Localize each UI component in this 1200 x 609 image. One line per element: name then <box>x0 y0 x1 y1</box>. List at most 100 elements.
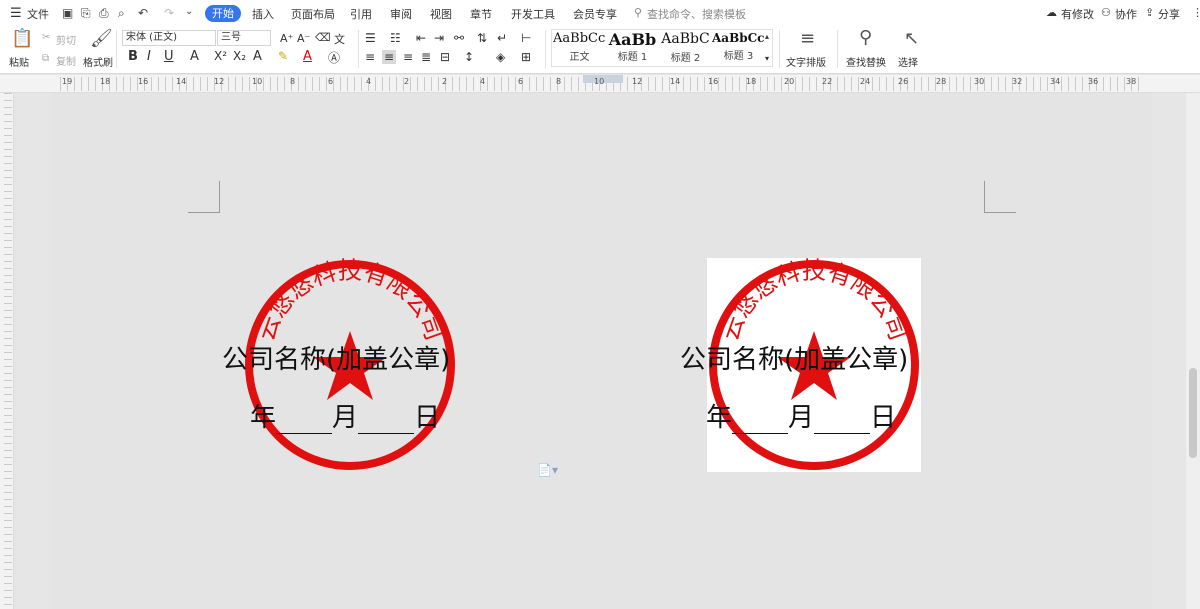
share-button[interactable]: 分享 <box>1158 6 1180 22</box>
indent-icon[interactable]: ⇥ <box>434 31 444 45</box>
ruler-label: 38 <box>1126 77 1137 86</box>
font-shrink-icon[interactable]: A⁻ <box>297 32 310 45</box>
format-painter-icon[interactable]: 🖌 <box>90 28 113 49</box>
distribute-icon[interactable]: ⊟ <box>440 50 450 64</box>
clipboard-icon[interactable]: 📋 <box>11 28 33 49</box>
vertical-scrollbar[interactable] <box>1186 93 1200 609</box>
text-effect-icon[interactable]: A <box>253 49 262 64</box>
tab-member[interactable]: 会员专享 <box>573 6 617 22</box>
file-menu[interactable]: 文件 <box>27 6 49 22</box>
scissors-icon[interactable]: ✂ <box>42 32 50 43</box>
tab-review[interactable]: 审阅 <box>390 6 412 22</box>
superscript-icon[interactable]: X² <box>214 49 227 63</box>
more-icon[interactable]: ⋮ <box>1192 6 1200 19</box>
vertical-ruler-ticks <box>4 93 12 609</box>
select-button[interactable]: 选择 <box>898 54 918 69</box>
format-painter-button[interactable]: 格式刷 <box>83 54 113 69</box>
cursor-icon[interactable]: ↖ <box>904 28 919 49</box>
underline-icon[interactable]: U <box>164 49 174 64</box>
date-blank <box>276 410 333 434</box>
style-heading-3[interactable]: AaBbCcI 标题 3 <box>712 31 765 67</box>
scrollbar-thumb[interactable] <box>1189 368 1197 458</box>
ruler-label: 2 <box>404 77 410 86</box>
highlight-icon[interactable]: ✎ <box>278 49 288 63</box>
command-search-input[interactable]: 查找命令、搜索模板 <box>647 6 746 22</box>
font-name-select[interactable]: 宋体 (正文) <box>122 30 216 46</box>
subscript-icon[interactable]: X₂ <box>233 49 246 63</box>
sort-icon[interactable]: ⇅ <box>477 31 487 45</box>
date-blank <box>814 410 871 434</box>
tab-insert[interactable]: 插入 <box>252 6 274 22</box>
shading-icon[interactable]: ◈ <box>496 50 505 64</box>
find-replace-button[interactable]: 查找替换 <box>846 54 886 69</box>
cut-button[interactable]: 剪切 <box>56 32 76 47</box>
strikethrough-icon[interactable]: A <box>190 49 199 64</box>
tab-developer[interactable]: 开发工具 <box>511 6 555 22</box>
tab-references[interactable]: 引用 <box>350 6 372 22</box>
save-icon[interactable]: ▣ <box>62 6 73 20</box>
search-icon: ⚲ <box>634 6 643 19</box>
style-heading-2[interactable]: AaBbC 标题 2 <box>659 31 712 67</box>
style-gallery: AaBbCcDd 正文 AaBb 标题 1 AaBbC 标题 2 AaBbCcI… <box>551 29 773 67</box>
edit-status[interactable]: 有修改 <box>1061 6 1094 22</box>
char-border-icon[interactable]: Ⓐ <box>328 49 340 66</box>
borders-icon[interactable]: ⊞ <box>521 50 531 64</box>
tab-page-layout[interactable]: 页面布局 <box>291 6 335 22</box>
align-right-icon[interactable]: ≡ <box>403 50 413 64</box>
copy-icon[interactable]: ⧉ <box>42 53 49 64</box>
export-pdf-icon[interactable]: ⎘ <box>81 6 91 21</box>
outdent-icon[interactable]: ⇤ <box>416 31 426 45</box>
paste-options-icon[interactable]: 📄▾ <box>537 463 558 477</box>
copy-button[interactable]: 复制 <box>56 53 76 68</box>
ruler-label: 6 <box>518 77 524 86</box>
font-grow-icon[interactable]: A⁺ <box>280 32 293 45</box>
ruler-label: 12 <box>214 77 225 86</box>
clear-format-icon[interactable]: ⌫ <box>315 31 331 44</box>
horizontal-ruler[interactable]: 19 18 16 14 12 10 8 6 4 2 2 4 6 8 10 12 14 16 18 20 22 24 26 28… <box>0 75 1200 93</box>
chevron-down-icon[interactable]: ▾ <box>765 54 769 63</box>
ruler-label: 8 <box>290 77 296 86</box>
chevron-down-icon[interactable]: ⌄ <box>185 6 193 17</box>
line-spacing-icon[interactable]: ↕ <box>464 50 474 64</box>
hamburger-icon[interactable]: ☰ <box>10 6 22 21</box>
undo-icon[interactable]: ↶ <box>138 6 148 20</box>
text-layout-button[interactable]: 文字排版 <box>786 54 826 69</box>
italic-icon[interactable]: I <box>147 49 151 64</box>
share-icon: ⇪ <box>1145 6 1155 19</box>
font-size-select[interactable]: 三号 <box>217 30 271 46</box>
font-color-icon[interactable]: A <box>303 49 312 64</box>
ruler-label: 12 <box>632 77 643 86</box>
date-month: 月 <box>788 403 815 433</box>
divider <box>779 30 780 68</box>
print-preview-icon[interactable]: ⌕ <box>118 6 125 21</box>
align-left-icon[interactable]: ≡ <box>365 50 375 64</box>
style-normal[interactable]: AaBbCcDd 正文 <box>553 31 606 67</box>
bullet-list-icon[interactable]: ☰ <box>365 31 376 45</box>
phonetic-icon[interactable]: 文 <box>334 31 345 47</box>
tab-home[interactable]: 开始 <box>205 5 241 22</box>
divider <box>358 30 359 68</box>
align-center-icon[interactable]: ≡ <box>382 50 397 64</box>
chevron-up-icon[interactable]: ▴ <box>765 32 769 41</box>
print-icon[interactable]: ⎙ <box>99 6 109 21</box>
ruler-label: 18 <box>100 77 111 86</box>
collaborate-button[interactable]: 协作 <box>1115 6 1137 22</box>
search-icon[interactable]: ⚲ <box>859 27 872 48</box>
margin-corner-mark <box>188 181 220 213</box>
bold-icon[interactable]: B <box>128 49 138 64</box>
paste-button[interactable]: 粘贴 <box>9 54 29 69</box>
vertical-ruler[interactable] <box>0 93 14 609</box>
style-heading-1[interactable]: AaBb 标题 1 <box>606 31 659 67</box>
ruler-label: 16 <box>708 77 719 86</box>
redo-icon[interactable]: ↷ <box>164 6 174 20</box>
ruler-label: 14 <box>176 77 187 86</box>
chinese-layout-icon[interactable]: ⚯ <box>454 31 464 45</box>
show-marks-icon[interactable]: ↵ <box>497 31 507 45</box>
tab-stop-icon[interactable]: ⊢ <box>521 31 531 45</box>
justify-icon[interactable]: ≣ <box>421 50 431 64</box>
tab-chapter[interactable]: 章节 <box>470 6 492 22</box>
numbered-list-icon[interactable]: ☷ <box>390 31 401 45</box>
document-page[interactable]: 云悠悠科技有限公司 公司名称(加盖公章) 年月日 云悠悠科技有限公司 公司名称(… <box>52 93 1152 609</box>
tab-view[interactable]: 视图 <box>430 6 452 22</box>
text-layout-icon[interactable]: ≡ <box>800 28 815 49</box>
